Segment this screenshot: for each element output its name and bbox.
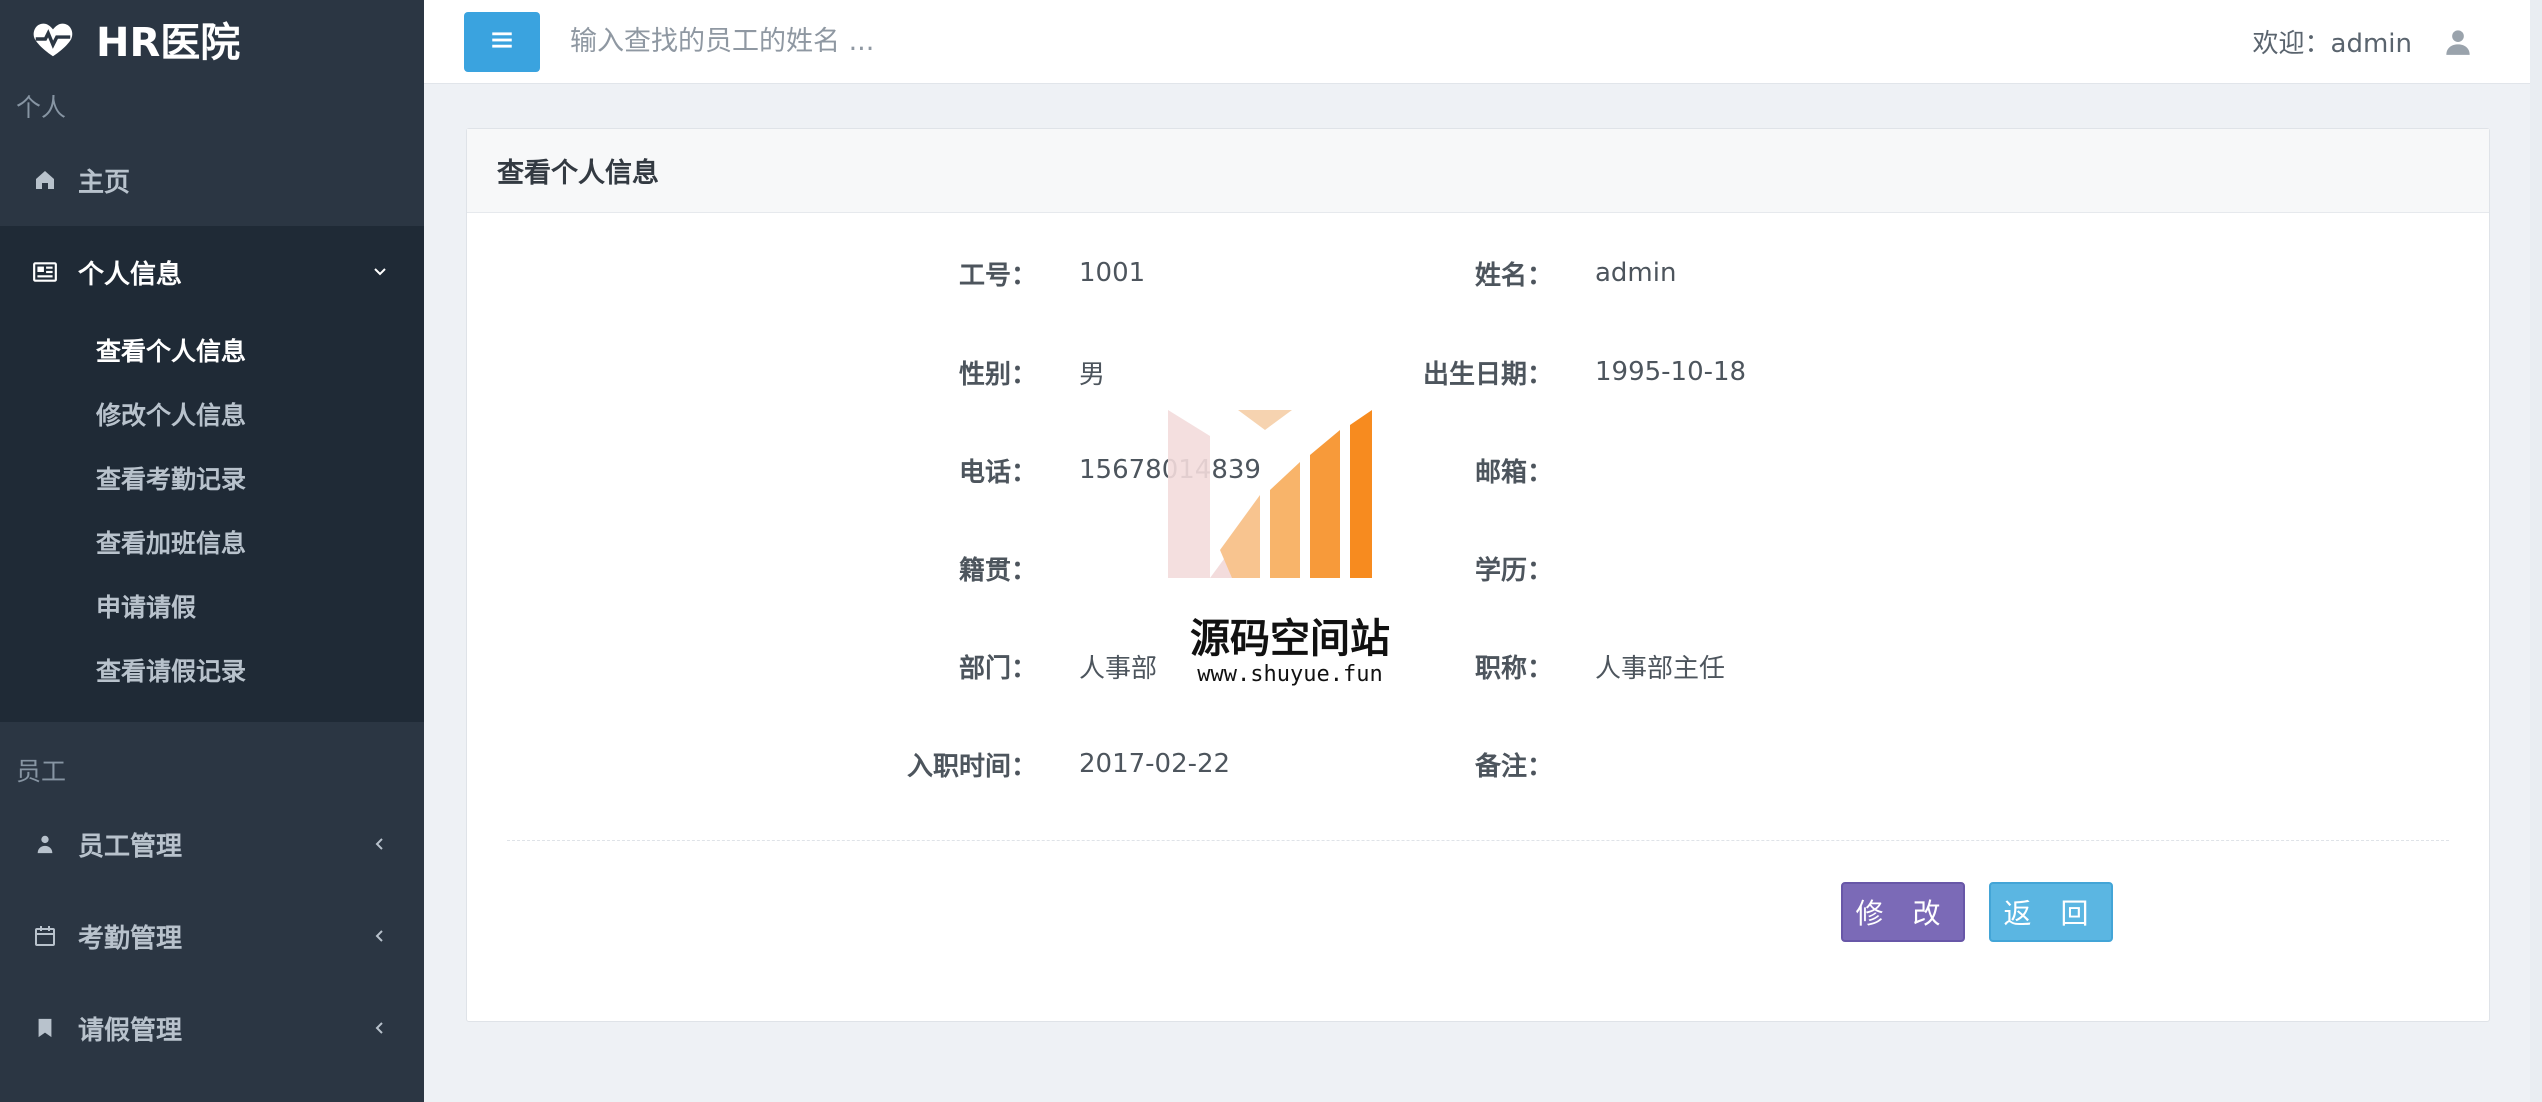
chevron-left-icon: [372, 1020, 388, 1036]
sidebar-item-label: 个人信息: [78, 259, 183, 290]
sidebar-subitem-overtime[interactable]: 查看加班信息: [0, 510, 424, 574]
field-label-name: 姓名：: [467, 253, 1553, 293]
sidebar-subitem-edit-info[interactable]: 修改个人信息: [0, 382, 424, 446]
sidebar-subitem-apply-leave[interactable]: 申请请假: [0, 574, 424, 638]
sidebar-item-staff-management[interactable]: 员工管理: [0, 798, 424, 890]
sidebar-item-label: 请假管理: [78, 1015, 183, 1046]
watermark-logo-icon: [1168, 410, 1372, 578]
field-label: 备注：: [1474, 751, 1553, 782]
sidebar-item-label: 员工管理: [78, 831, 183, 862]
chevron-down-icon: [372, 264, 388, 280]
sidebar-item-label: 考勤管理: [78, 923, 183, 954]
hamburger-icon: [489, 27, 515, 57]
sidebar-subitem-attendance[interactable]: 查看考勤记录: [0, 446, 424, 510]
sidebar-subitem-view-info[interactable]: 查看个人信息: [0, 318, 424, 382]
scrollbar[interactable]: [2530, 0, 2542, 1102]
newspaper-icon: [32, 259, 58, 285]
user-tie-icon: [32, 831, 58, 857]
watermark-text-title: 源码空间站: [1190, 616, 1390, 662]
menu-toggle-button[interactable]: [464, 11, 540, 72]
calendar-icon: [32, 923, 58, 949]
chevron-left-icon: [372, 928, 388, 944]
field-value-birthdate: 1995-10-18: [1595, 352, 1746, 392]
field-value: admin: [1595, 258, 1677, 288]
sidebar-group-personal-info: 个人信息 查看个人信息 修改个人信息 查看考勤记录 查看加班信息 申请请假 查看…: [0, 226, 424, 722]
brand-title: HR医院: [96, 20, 241, 66]
brand[interactable]: HR医院: [0, 0, 424, 78]
welcome-text: 欢迎：admin: [2252, 29, 2412, 59]
user-icon[interactable]: [2444, 28, 2472, 56]
field-label: 学历：: [1474, 555, 1553, 586]
field-label: 职称：: [1474, 653, 1553, 684]
personal-submenu: 查看个人信息 修改个人信息 查看考勤记录 查看加班信息 申请请假 查看请假记录: [0, 318, 424, 722]
watermark-text-url: www.shuyue.fun: [1197, 662, 1383, 687]
field-label-birthdate: 出生日期：: [467, 352, 1553, 392]
sidebar-item-personal-info[interactable]: 个人信息: [0, 226, 424, 318]
field-label: 姓名：: [1474, 260, 1553, 291]
chevron-left-icon: [372, 836, 388, 852]
panel-title: 查看个人信息: [467, 129, 2489, 213]
field-value: 人事部主任: [1595, 653, 1726, 684]
field-label-notes: 备注：: [467, 744, 1553, 784]
sidebar-item-label: 主页: [78, 167, 131, 198]
heartbeat-icon: [30, 16, 76, 62]
sidebar: HR医院 个人 主页 个人信息 查看个人信息 修改个人信息 查看考勤记录 查看加…: [0, 0, 424, 1102]
section-label-staff: 员工: [16, 757, 67, 786]
topbar: 欢迎：admin: [424, 0, 2542, 84]
watermark: 源码空间站 www.shuyue.fun: [1160, 400, 1420, 700]
personal-info-panel: 查看个人信息 工号： 1001 姓名： admin 性别： 男 出生日期： 19…: [466, 128, 2490, 1022]
field-label: 出生日期：: [1422, 359, 1553, 390]
field-value-name: admin: [1595, 253, 1676, 293]
field-value-title: 人事部主任: [1595, 646, 1725, 686]
edit-button[interactable]: 修 改: [1841, 882, 1965, 942]
section-label-personal: 个人: [16, 93, 67, 122]
back-button[interactable]: 返 回: [1989, 882, 2113, 942]
sidebar-item-attendance-management[interactable]: 考勤管理: [0, 890, 424, 982]
search-input[interactable]: [570, 11, 1470, 72]
sidebar-subitem-leave-records[interactable]: 查看请假记录: [0, 638, 424, 702]
field-label: 邮箱：: [1474, 457, 1553, 488]
home-icon: [32, 167, 58, 193]
sidebar-item-leave-management[interactable]: 请假管理: [0, 982, 424, 1074]
divider: [507, 840, 2449, 841]
bookmark-icon: [32, 1015, 58, 1041]
field-value: 1995-10-18: [1595, 357, 1747, 387]
sidebar-item-home[interactable]: 主页: [0, 134, 424, 226]
